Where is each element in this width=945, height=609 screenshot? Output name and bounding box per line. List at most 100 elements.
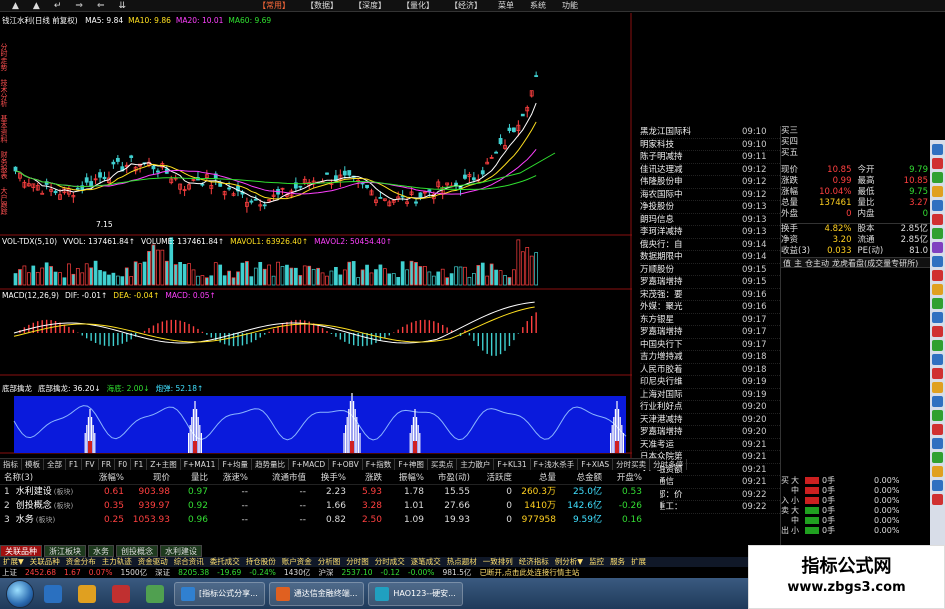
toolbar-icon[interactable] (932, 284, 943, 295)
nav-arrow-icon[interactable]: ⇒ (75, 1, 83, 11)
function-item[interactable]: 逐笔成交 (408, 557, 444, 567)
indicator-tab[interactable]: F+浅水杀手 (531, 459, 579, 470)
news-row[interactable]: 三一重工： 09:22 (640, 501, 780, 514)
news-row[interactable]: 净投股份 09:13 (640, 201, 780, 214)
top-menu-item[interactable]: 菜单 (490, 0, 522, 12)
nav-arrow-icon[interactable]: ⇊ (118, 1, 126, 11)
column-header[interactable]: 市盈(动) (428, 471, 474, 484)
column-header[interactable]: 开盘% (606, 471, 646, 484)
function-item[interactable]: 服务 (607, 557, 628, 567)
news-row[interactable]: 伟隆股份申 09:12 (640, 176, 780, 189)
news-row[interactable]: 行业利好点 09:20 (640, 401, 780, 414)
side-tab[interactable]: 基本资料 (0, 115, 8, 151)
indicator-tab[interactable]: 分时买卖 (613, 459, 651, 470)
sheet-tab[interactable]: 浙江板块 (44, 545, 86, 557)
toolbar-icon[interactable] (932, 410, 943, 421)
pinned-app-icon[interactable] (38, 582, 68, 606)
column-header[interactable]: 总量 (516, 471, 560, 484)
column-header[interactable]: 振幅% (386, 471, 428, 484)
top-menu-item[interactable]: 【数据】 (298, 0, 346, 12)
taskbar-window-button[interactable]: HAO123--硬安... (368, 581, 463, 606)
function-item[interactable]: 例分析▼ (552, 557, 586, 567)
toolbar-icon[interactable] (932, 200, 943, 211)
function-item[interactable]: 持仓股份 (243, 557, 279, 567)
quote-tab[interactable]: 仓主动 (805, 258, 829, 268)
news-row[interactable]: 外媒：聚光 09:16 (640, 301, 780, 314)
top-menu-item[interactable]: 系统 (522, 0, 554, 12)
toolbar-icon[interactable] (932, 368, 943, 379)
column-header[interactable]: 总金额 (560, 471, 606, 484)
function-item[interactable]: 扩展▼ (0, 557, 27, 567)
toolbar-icon[interactable] (932, 438, 943, 449)
news-row[interactable]: 罗嘉瑞增持 09:15 (640, 276, 780, 289)
start-button[interactable] (6, 579, 34, 608)
toolbar-icon[interactable] (932, 480, 943, 491)
indicator-tab[interactable]: 模板 (22, 459, 44, 470)
pinned-app-icon[interactable] (106, 582, 136, 606)
sheet-tab[interactable]: 关联品种 (0, 545, 42, 557)
top-menu-item[interactable]: 功能 (554, 0, 586, 12)
news-row[interactable]: 人民币胶着 09:18 (640, 364, 780, 376)
function-item[interactable]: 主力轨迹 (99, 557, 135, 567)
indicator-tab[interactable]: 趋势量比 (252, 459, 290, 470)
news-row[interactable]: 印尼央行维 09:19 (640, 376, 780, 389)
taskbar-window-button[interactable]: 通达信金融终端... (268, 581, 365, 606)
news-row[interactable]: 佳讯达理减 09:12 (640, 164, 780, 176)
toolbar-icon[interactable] (932, 214, 943, 225)
toolbar-icon[interactable] (932, 340, 943, 351)
quote-tab[interactable]: 龙虎看盘(成交量专研所) (832, 258, 918, 268)
news-row[interactable]: 明家科技 09:10 (640, 139, 780, 151)
indicator-tab[interactable]: F+神图 (395, 459, 428, 470)
toolbar-icon[interactable] (932, 158, 943, 169)
quote-tab[interactable]: 值 (783, 258, 791, 268)
news-row[interactable]: 上海对国际 09:19 (640, 389, 780, 401)
toolbar-icon[interactable] (932, 396, 943, 407)
function-item[interactable]: 关联品种 (27, 557, 63, 567)
toolbar-icon[interactable] (932, 242, 943, 253)
function-item[interactable]: 资金分布 (63, 557, 99, 567)
column-header[interactable]: 换手% (310, 471, 350, 484)
side-tab[interactable]: 大户跟踪 (0, 187, 8, 223)
top-menu-item[interactable]: 【经济】 (442, 0, 490, 12)
indicator-tab[interactable]: F+MACD (289, 459, 330, 470)
nav-arrow-icon[interactable]: ▲ (12, 1, 19, 11)
function-item[interactable]: 分析图 (315, 557, 344, 567)
column-header[interactable]: 涨速% (212, 471, 252, 484)
toolbar-icon[interactable] (932, 382, 943, 393)
column-header[interactable]: 涨跌 (350, 471, 386, 484)
function-item[interactable]: 一致排列 (480, 557, 516, 567)
sheet-tab[interactable]: 水利建设 (160, 545, 202, 557)
news-row[interactable]: 李珂洋减持 09:13 (640, 226, 780, 239)
function-item[interactable]: 扩展 (628, 557, 649, 567)
toolbar-icon[interactable] (932, 354, 943, 365)
indicator-tab[interactable]: F+OBV (329, 459, 363, 470)
function-item[interactable]: 资金驱动 (135, 557, 171, 567)
toolbar-icon[interactable] (932, 144, 943, 155)
indicator-tab[interactable]: F+XIAS (578, 459, 614, 470)
sheet-tab[interactable]: 水务 (88, 545, 114, 557)
function-item[interactable]: 账户资金 (279, 557, 315, 567)
pinned-app-icon[interactable] (140, 582, 170, 606)
toolbar-icon[interactable] (932, 256, 943, 267)
function-item[interactable]: 热点题材 (444, 557, 480, 567)
chart-panel[interactable]: 2013年1011122345678910 钱江水利(日线 前复权) MA5: … (0, 13, 632, 458)
nav-arrow-icon[interactable]: ⇐ (97, 1, 105, 11)
side-tab[interactable]: 分时走势 (0, 43, 8, 79)
column-header[interactable]: 现价 (128, 471, 174, 484)
indicator-tab[interactable]: F1 (66, 459, 83, 470)
news-row[interactable]: 吉力增持减 09:18 (640, 351, 780, 364)
indicator-tab[interactable]: F0 (115, 459, 132, 470)
news-row[interactable]: 俄央行：自 09:14 (640, 239, 780, 251)
toolbar-icon[interactable] (932, 452, 943, 463)
news-row[interactable]: 天准考运 09:21 (640, 439, 780, 451)
toolbar-icon[interactable] (932, 228, 943, 239)
top-menu-item[interactable]: 【量化】 (394, 0, 442, 12)
side-tab[interactable]: 财务报表 (0, 151, 8, 187)
column-header[interactable]: 流通市值 (252, 471, 310, 484)
toolbar-icon[interactable] (932, 312, 943, 323)
top-menu-item[interactable]: 【常用】 (250, 0, 298, 12)
news-row[interactable]: 朗玛信息 09:13 (640, 214, 780, 226)
indicator-tab[interactable]: F+MA11 (181, 459, 220, 470)
toolbar-icon[interactable] (932, 186, 943, 197)
function-item[interactable]: 监控 (586, 557, 607, 567)
